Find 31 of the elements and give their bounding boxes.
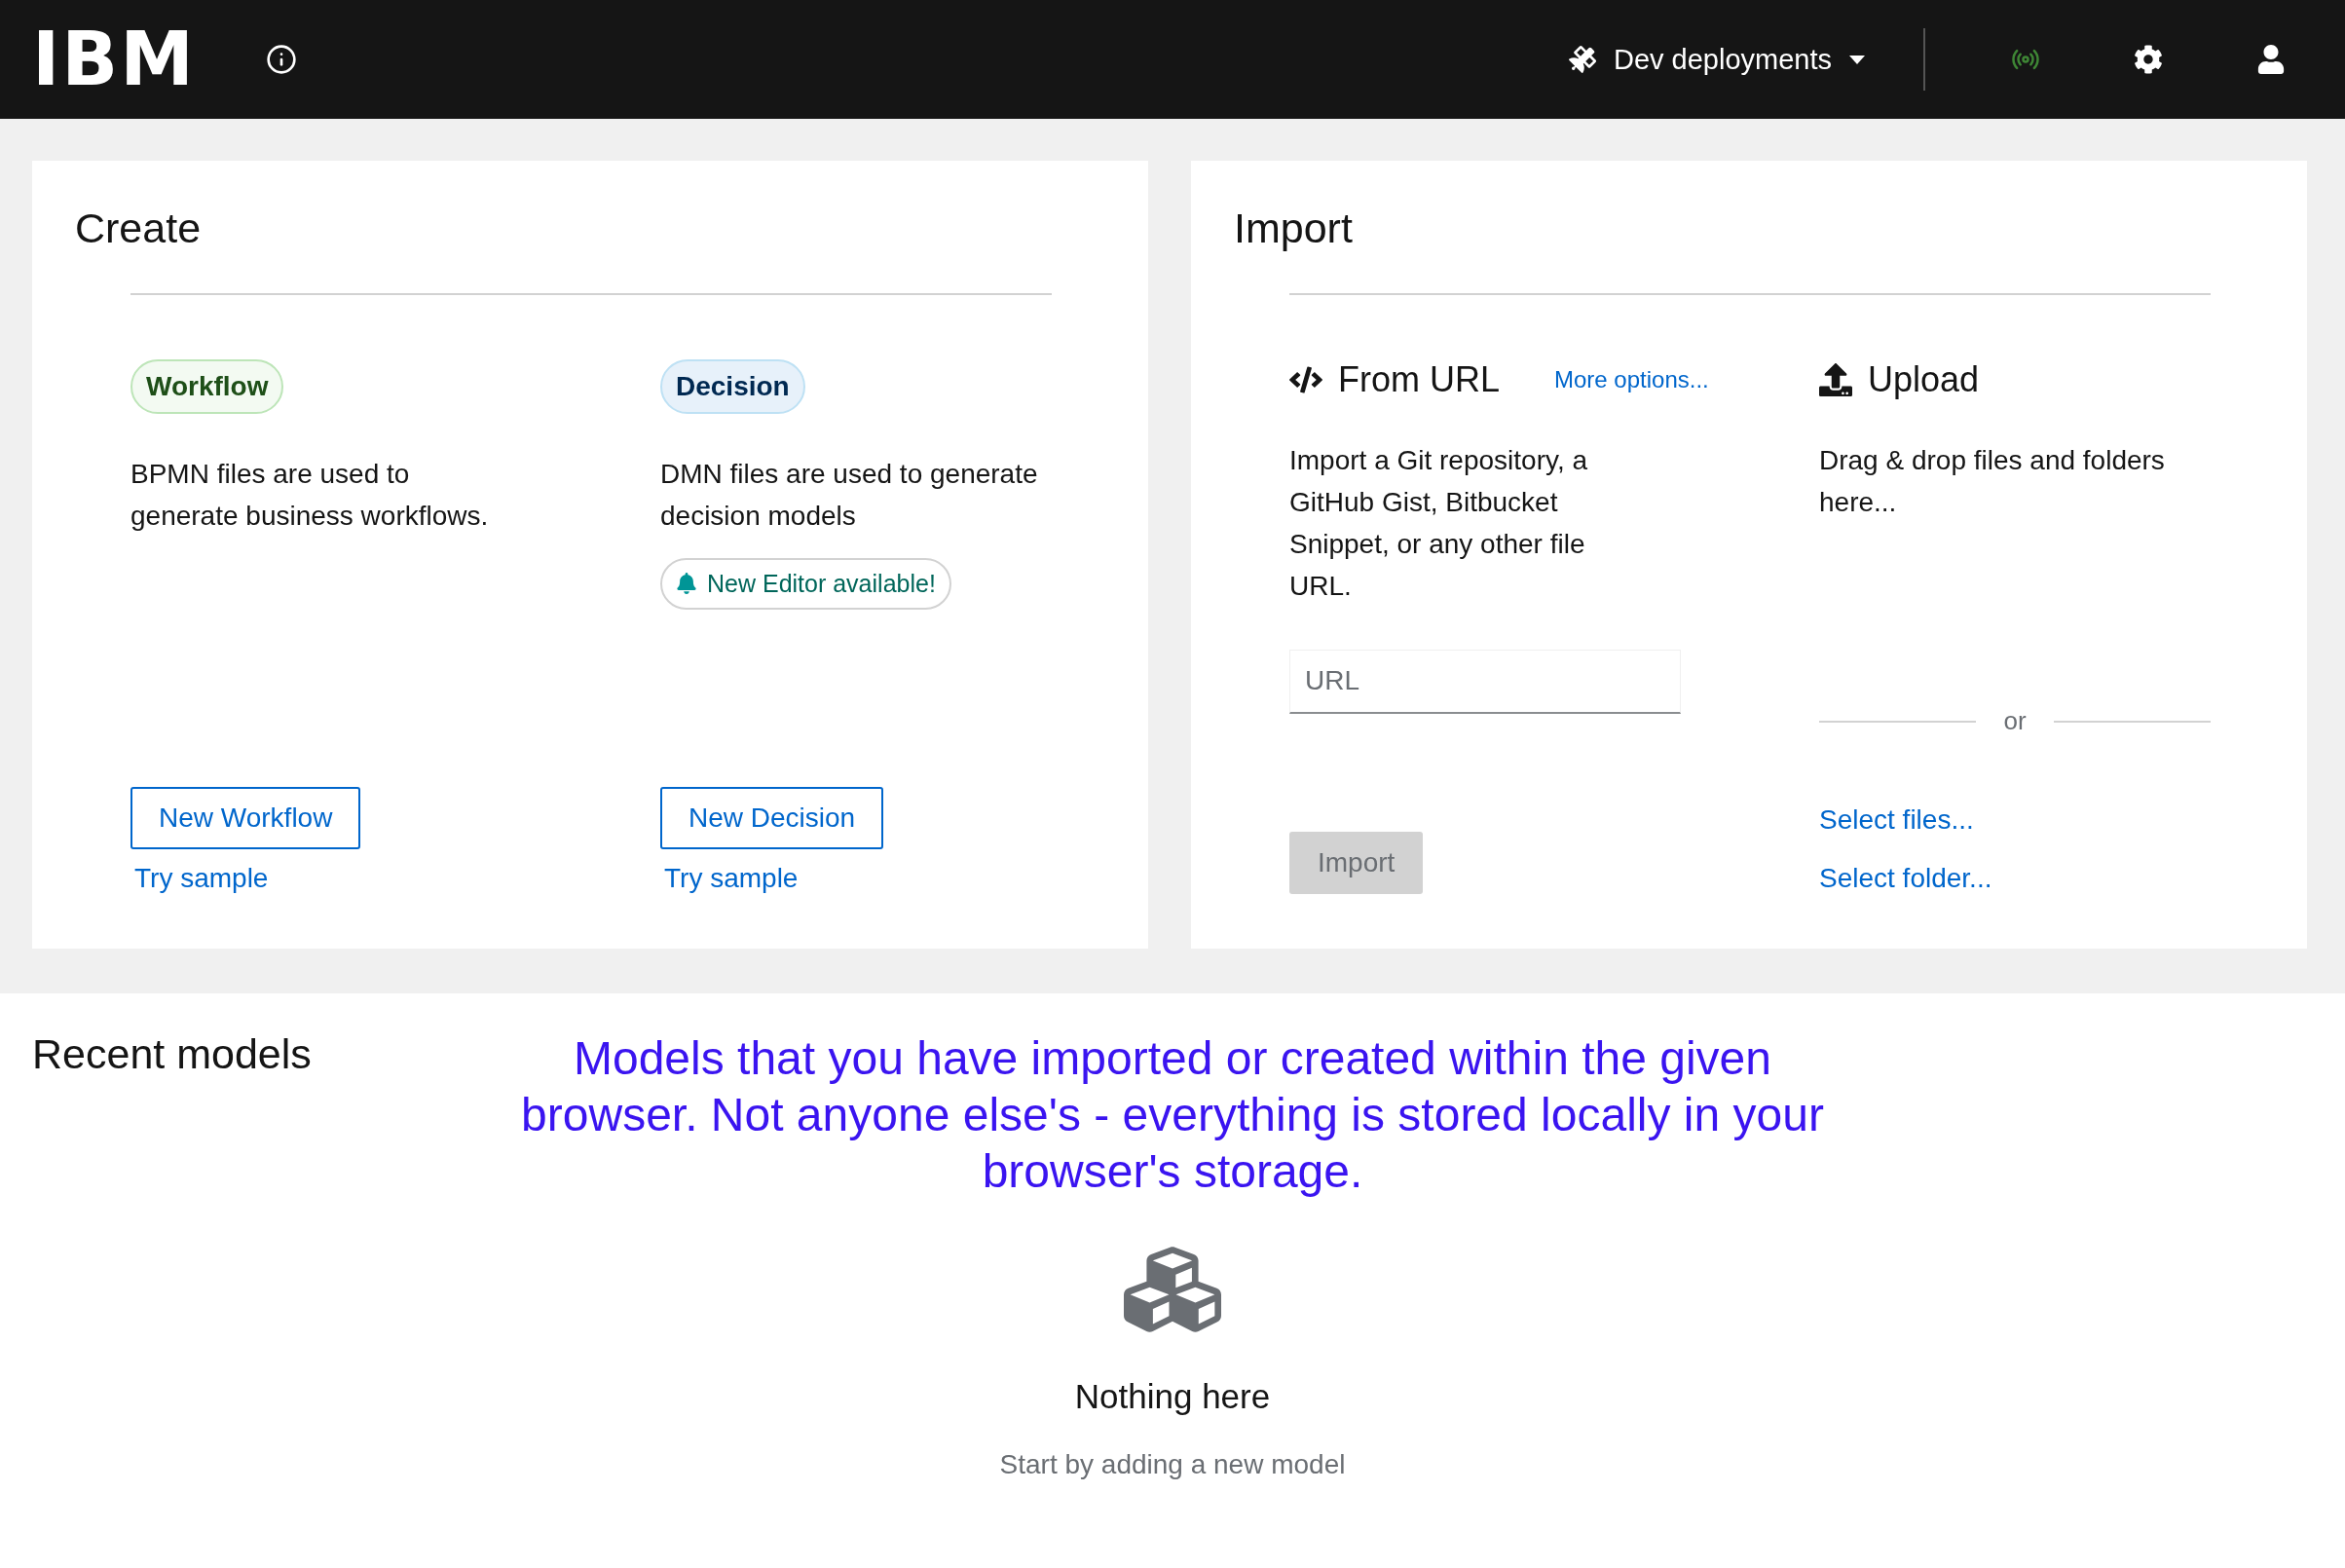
caret-icon: [1849, 55, 1865, 64]
description: BPMN files are used to generate business workflows.: [130, 457, 490, 533]
empty-subtitle: Start by adding a new model: [999, 1449, 1346, 1480]
url-input-field[interactable]: URL: [1289, 649, 1681, 714]
context-dropdown[interactable]: Dev deployments: [1568, 43, 1894, 76]
model-type-badge: Workflow: [130, 358, 284, 414]
or-separator: or: [2003, 706, 2027, 736]
select-link[interactable]: Select folder...: [1819, 863, 1992, 894]
card-title: Import: [1234, 204, 1354, 253]
description: DMN files are used to generate decision models: [660, 457, 1039, 533]
satellite-icon: [1568, 46, 1596, 73]
model-type-badge: Decision: [660, 358, 805, 414]
notice-text: New Editor available!: [707, 569, 936, 598]
description: Import a Git repository, a GitHub Gist, Bitbucket Snippet, or any other file URL.: [1289, 443, 1589, 603]
empty-title: Nothing here: [1074, 1377, 1271, 1416]
new-model-button[interactable]: New Decision: [660, 787, 884, 849]
annotation-note: Models that you have imported or created within the given browser. Not anyone else's - everything is stored locally in your browser's storage.: [520, 1031, 1825, 1199]
logo: IBM: [32, 22, 196, 96]
section-title: From URL: [1338, 358, 1500, 400]
new-model-button[interactable]: New Workflow: [130, 787, 361, 849]
section-title: Recent models: [32, 1030, 313, 1079]
description: Drag & drop files and folders here...: [1819, 443, 2166, 519]
upload-icon: [1819, 362, 1852, 396]
more-options-link[interactable]: More options...: [1554, 365, 1709, 393]
select-link[interactable]: Select files...: [1819, 804, 1974, 836]
info-icon[interactable]: [265, 44, 297, 75]
bell-icon: [676, 573, 697, 595]
try-sample-link[interactable]: Try sample: [660, 863, 802, 894]
section-title: Upload: [1868, 358, 1980, 400]
try-sample-link[interactable]: Try sample: [130, 863, 273, 894]
card-title: Create: [75, 204, 203, 253]
